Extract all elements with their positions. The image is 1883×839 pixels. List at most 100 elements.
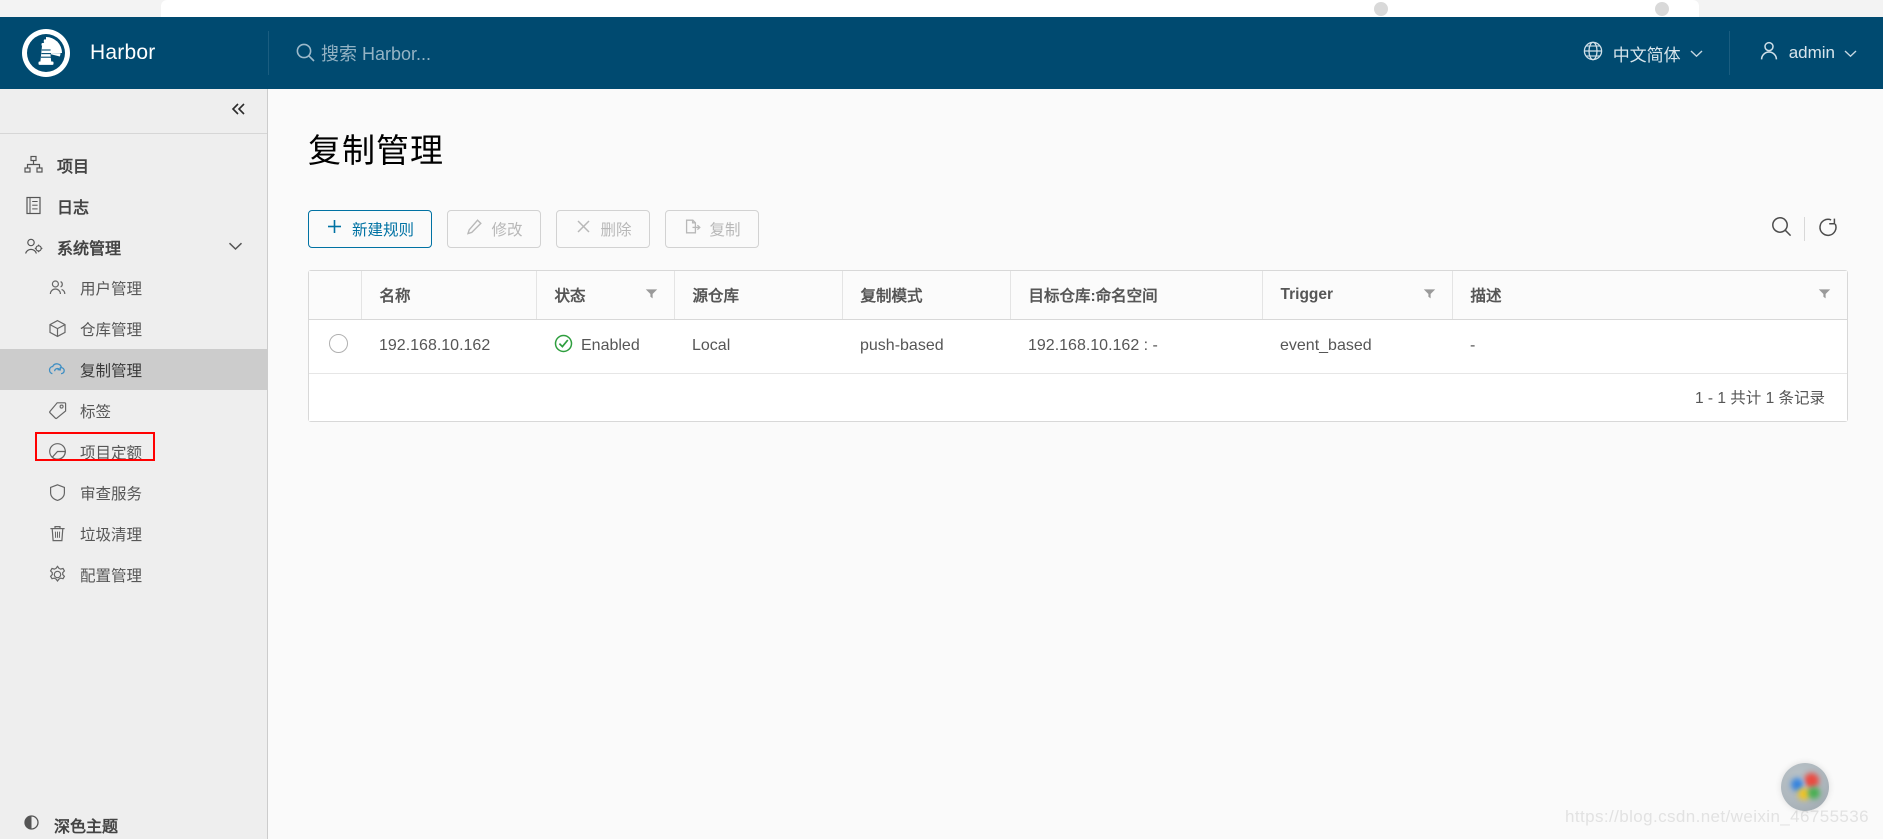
new-rule-button[interactable]: 新建规则 [308,210,433,248]
sidebar-item-label: 深色主题 [54,818,119,836]
column-header-label: 复制模式 [860,287,923,305]
column-header-label: 名称 [379,287,411,305]
cell-description: - [1452,319,1847,374]
theme-icon [22,813,41,837]
table-row[interactable]: 192.168.10.162 Enabled Local push-based [309,319,1847,374]
column-header-status[interactable]: 状态 [535,271,674,320]
page-scrollbar[interactable] [1878,89,1883,839]
user-menu[interactable]: admin [1730,40,1883,67]
replication-cloud-icon [46,360,68,379]
double-chevron-left-icon [229,101,249,122]
plus-icon [326,218,343,240]
row-radio-button[interactable] [329,334,348,353]
edit-button[interactable]: 修改 [447,210,542,248]
user-label: admin [1788,43,1835,62]
brand-home-link[interactable]: Harbor [0,17,268,89]
delete-button[interactable]: 删除 [556,210,651,248]
sidebar-item-theme[interactable]: 深色主题 [0,804,268,839]
header-right-controls: 中文简体 admin [1556,17,1883,89]
harbor-app-window: Harbor 搜索 Harbor... 中文简体 admin 项目 日志 系统管… [0,0,1883,839]
filter-icon[interactable] [1818,286,1831,304]
chevron-down-icon [228,238,243,256]
gear-icon [46,565,68,584]
assistant-orb-icon[interactable] [1781,763,1829,811]
copy-export-icon [684,218,701,240]
pencil-icon [466,218,483,240]
new-rule-label: 新建规则 [352,222,415,239]
global-search[interactable]: 搜索 Harbor... [269,17,1556,89]
column-header-target[interactable]: 目标仓库:命名空间 [1009,271,1262,320]
action-toolbar: 新建规则 修改 删除 复制 [308,210,1883,248]
status-label: Enabled [581,337,640,354]
sidebar-item-label: 项目 [57,158,90,176]
sidebar-item-administration[interactable]: 系统管理 [0,226,267,267]
sidebar-item-label: 审查服务 [80,485,143,503]
column-header-source[interactable]: 源仓库 [673,271,842,320]
cell-name: 192.168.10.162 [361,319,536,374]
column-header-mode[interactable]: 复制模式 [841,271,1010,320]
sidebar-item-replication[interactable]: 复制管理 [0,349,267,390]
browser-profile-icon[interactable] [1655,2,1669,16]
column-header-label: 源仓库 [692,287,740,305]
watermark-text: https://blog.csdn.net/weixin_46755536 [1564,807,1869,826]
sidebar-item-label: 系统管理 [57,240,122,258]
sidebar-item-logs[interactable]: 日志 [0,185,267,226]
sidebar-item-project-quotas[interactable]: 项目定额 [0,431,267,472]
delete-label: 删除 [600,222,632,239]
refresh-button[interactable] [1805,210,1849,248]
filter-icon[interactable] [645,286,658,304]
column-header-name[interactable]: 名称 [360,271,536,320]
pie-chart-icon [46,442,68,461]
table-pagination-summary: 1 - 1 共计 1 条记录 [309,373,1847,421]
column-header-description[interactable]: 描述 [1451,271,1847,320]
replicate-label: 复制 [709,222,741,239]
users-icon [46,278,68,297]
table-header-row: 名称 状态 源仓库 复制模式 目标仓库:命名空间 Trigger 描述 [309,271,1847,320]
sidebar-item-label: 标签 [80,403,112,421]
filter-icon[interactable] [1423,286,1436,304]
browser-toolbar-icon[interactable] [1374,2,1388,16]
orb-blob-green [1808,787,1820,799]
sidebar-item-labels[interactable]: 标签 [0,390,267,431]
projects-icon [22,155,44,174]
sidebar-nav-list: 项目 日志 系统管理 用户管理 仓库管理 复制管理 标签 项目定额 审查服务 垃… [0,134,267,595]
table-search-button[interactable] [1760,210,1804,248]
cell-mode: push-based [842,319,1010,374]
sidebar-collapse-button[interactable] [0,89,267,134]
sidebar-item-configuration[interactable]: 配置管理 [0,554,267,595]
orb-blob-red [1804,773,1819,788]
sidebar-item-interrogation-services[interactable]: 审查服务 [0,472,267,513]
close-x-icon [575,218,592,240]
page-title: 复制管理 [308,132,444,169]
chevron-down-icon [1844,43,1857,63]
column-header-label: Trigger [1280,285,1334,303]
browser-tab[interactable] [161,0,1699,17]
sidebar-item-label: 用户管理 [80,280,143,298]
column-header-trigger[interactable]: Trigger [1261,271,1452,320]
browser-chrome-strip [0,0,1883,17]
check-circle-icon [554,334,573,358]
cell-target: 192.168.10.162 : - [1010,319,1262,374]
column-header-select [309,271,361,320]
trash-icon [46,524,68,543]
search-placeholder: 搜索 Harbor... [321,44,432,64]
sidebar: 项目 日志 系统管理 用户管理 仓库管理 复制管理 标签 项目定额 审查服务 垃… [0,89,268,839]
sidebar-item-registries[interactable]: 仓库管理 [0,308,267,349]
sidebar-item-garbage-collection[interactable]: 垃圾清理 [0,513,267,554]
top-navigation-bar: Harbor 搜索 Harbor... 中文简体 admin [0,17,1883,89]
sidebar-item-users[interactable]: 用户管理 [0,267,267,308]
harbor-lighthouse-logo [22,29,70,77]
sidebar-item-projects[interactable]: 项目 [0,144,267,185]
language-selector[interactable]: 中文简体 [1556,40,1729,67]
sidebar-item-label: 垃圾清理 [80,526,143,544]
globe-icon [1582,40,1604,67]
sidebar-item-label: 日志 [57,199,90,217]
replication-rules-table: 名称 状态 源仓库 复制模式 目标仓库:命名空间 Trigger 描述 192.… [308,270,1848,422]
column-header-label: 目标仓库:命名空间 [1028,287,1158,305]
row-radio-cell[interactable] [309,319,361,374]
cell-source: Local [674,319,842,374]
chevron-down-icon [1690,43,1703,63]
registry-icon [46,319,68,338]
replicate-button[interactable]: 复制 [665,210,760,248]
language-label: 中文简体 [1612,45,1681,65]
